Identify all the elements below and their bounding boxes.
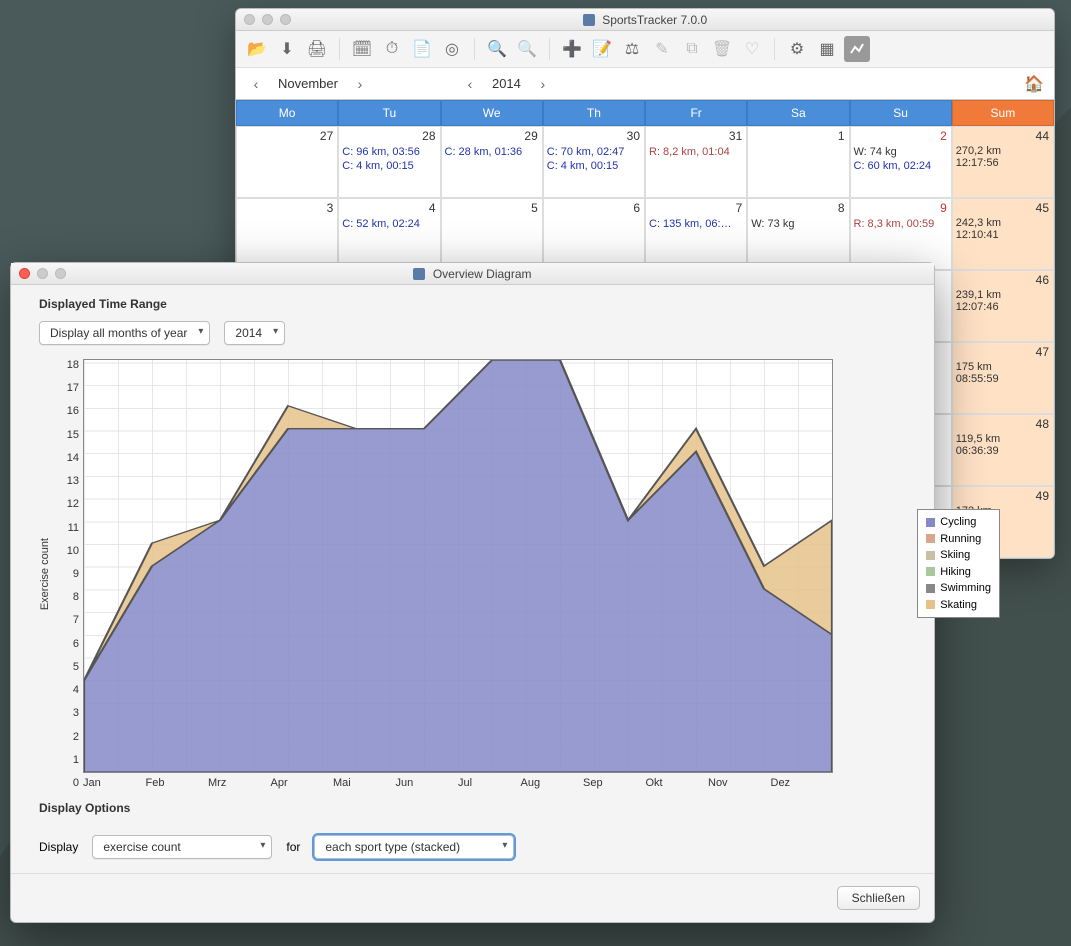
overlay-titlebar[interactable]: Overview Diagram	[11, 263, 934, 285]
week-sum-cell: 46239,1 km12:07:46	[952, 270, 1054, 342]
calendar-cell[interactable]: 3	[236, 198, 338, 270]
metric-label: exercise count	[103, 840, 180, 854]
nav-month: November	[278, 76, 338, 91]
zoom-in-icon[interactable]: 🔍	[484, 36, 510, 62]
for-label: for	[286, 840, 300, 854]
prev-year-button[interactable]: ‹	[460, 76, 480, 92]
main-title-text: SportsTracker 7.0.0	[602, 13, 707, 27]
gear-icon[interactable]: ⚙	[784, 36, 810, 62]
metric-select[interactable]: exercise count	[92, 835, 272, 859]
open-icon[interactable]: 📂	[244, 36, 270, 62]
year-select[interactable]: 2014	[224, 321, 285, 345]
zoom-out-icon[interactable]: 🔍	[514, 36, 540, 62]
grid-icon[interactable]: ▦	[814, 36, 840, 62]
day-header: Sum	[952, 100, 1054, 126]
overlay-title-text: Overview Diagram	[433, 267, 532, 281]
day-header: We	[441, 100, 543, 126]
calendar-cell[interactable]: 1	[747, 126, 849, 198]
toolbar: 📂 ⬇ 🖨 🗓 ⏱ 📄 ◎ 🔍 🔍 ➕ 📝 ⚖ ✎ ⧉ 🗑 ♡ ⚙ ▦	[236, 31, 1054, 67]
day-header: Mo	[236, 100, 338, 126]
add-exercise-icon[interactable]: ➕	[559, 36, 585, 62]
edit-icon[interactable]: ✎	[649, 36, 675, 62]
day-header: Tu	[338, 100, 440, 126]
app-icon	[413, 268, 425, 280]
week-sum-cell: 47175 km08:55:59	[952, 342, 1054, 414]
chart-icon[interactable]	[844, 36, 870, 62]
day-header: Th	[543, 100, 645, 126]
toolbar-sep	[474, 38, 475, 60]
app-icon	[583, 14, 595, 26]
yaxis: 1817161514131211109876543210	[57, 359, 83, 789]
print-icon[interactable]: 🖨	[304, 36, 330, 62]
legend: CyclingRunningSkiingHikingSwimmingSkatin…	[917, 509, 1000, 618]
save-icon[interactable]: ⬇	[274, 36, 300, 62]
document-icon[interactable]: 📄	[409, 36, 435, 62]
calendar-cell[interactable]: 28C: 96 km, 03:56C: 4 km, 00:15	[338, 126, 440, 198]
day-header: Sa	[747, 100, 849, 126]
main-titlebar[interactable]: SportsTracker 7.0.0	[236, 9, 1054, 31]
stopwatch-icon[interactable]: ⏱	[379, 36, 405, 62]
calendar-cell[interactable]: 27	[236, 126, 338, 198]
calendar-cell[interactable]: 7C: 135 km, 06:…	[645, 198, 747, 270]
prev-month-button[interactable]: ‹	[246, 76, 266, 92]
calendar-cell[interactable]: 9R: 8,3 km, 00:59	[850, 198, 952, 270]
close-button[interactable]: Schließen	[837, 886, 920, 910]
add-weight-icon[interactable]: ⚖	[619, 36, 645, 62]
group-label: each sport type (stacked)	[325, 840, 460, 854]
calendar-cell[interactable]: 29C: 28 km, 01:36	[441, 126, 543, 198]
overview-diagram-window: Overview Diagram Displayed Time Range Di…	[10, 262, 935, 923]
heart-icon[interactable]: ♡	[739, 36, 765, 62]
close-button-label: Schließen	[852, 891, 905, 905]
group-select[interactable]: each sport type (stacked)	[314, 835, 514, 859]
week-sum-cell: 48119,5 km06:36:39	[952, 414, 1054, 486]
toolbar-sep	[549, 38, 550, 60]
day-header: Su	[850, 100, 952, 126]
day-header: Fr	[645, 100, 747, 126]
week-sum-cell: 45242,3 km12:10:41	[952, 198, 1054, 270]
calendar-icon[interactable]: 🗓	[349, 36, 375, 62]
calendar-cell[interactable]: 31R: 8,2 km, 01:04	[645, 126, 747, 198]
yaxis-label: Exercise count	[39, 538, 51, 610]
calendar-cell[interactable]: 8W: 73 kg	[747, 198, 849, 270]
calendar-cell[interactable]: 30C: 70 km, 02:47C: 4 km, 00:15	[543, 126, 645, 198]
main-title: SportsTracker 7.0.0	[236, 13, 1054, 27]
next-month-button[interactable]: ›	[350, 76, 370, 92]
time-range-label: Display all months of year	[50, 326, 187, 340]
calendar-cell[interactable]: 6	[543, 198, 645, 270]
overlay-title: Overview Diagram	[11, 267, 934, 281]
calendar-cell[interactable]: 2W: 74 kgC: 60 km, 02:24	[850, 126, 952, 198]
chart: Exercise count 1817161514131211109876543…	[39, 359, 906, 789]
display-label: Display	[39, 840, 78, 854]
week-sum-cell: 44270,2 km12:17:56	[952, 126, 1054, 198]
nav-year: 2014	[492, 76, 521, 91]
copy-icon[interactable]: ⧉	[679, 36, 705, 62]
home-icon[interactable]: 🏠	[1024, 74, 1044, 94]
toolbar-sep	[339, 38, 340, 60]
target-icon[interactable]: ◎	[439, 36, 465, 62]
add-note-icon[interactable]: 📝	[589, 36, 615, 62]
xaxis: JanFebMrzAprMaiJunJulAugSepOktNovDez	[83, 773, 833, 789]
calendar-nav: ‹ November › ‹ 2014 › 🏠	[236, 67, 1054, 99]
options-heading: Display Options	[39, 801, 906, 815]
plot-area	[83, 359, 833, 773]
next-year-button[interactable]: ›	[533, 76, 553, 92]
toolbar-sep	[774, 38, 775, 60]
time-range-select[interactable]: Display all months of year	[39, 321, 210, 345]
range-heading: Displayed Time Range	[39, 297, 906, 311]
calendar-cell[interactable]: 4C: 52 km, 02:24	[338, 198, 440, 270]
year-label: 2014	[235, 326, 262, 340]
delete-icon[interactable]: 🗑	[709, 36, 735, 62]
calendar-cell[interactable]: 5	[441, 198, 543, 270]
